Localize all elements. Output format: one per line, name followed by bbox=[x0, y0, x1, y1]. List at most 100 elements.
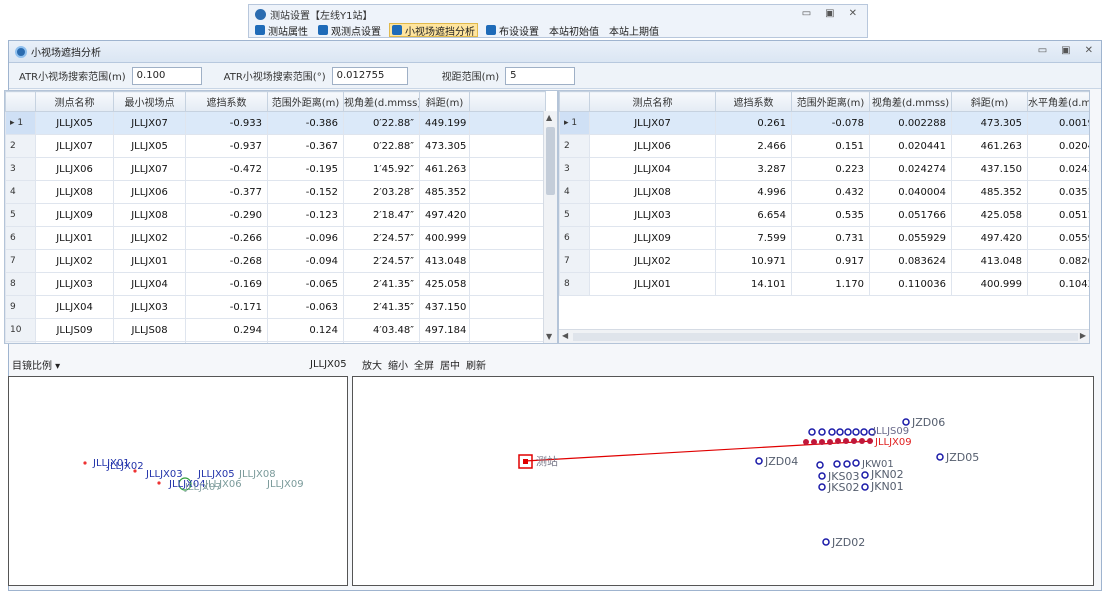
scroll-down-icon[interactable]: ▼ bbox=[546, 332, 552, 341]
table-cell[interactable]: 2.466 bbox=[715, 134, 792, 158]
table-cell[interactable]: JLLJX08 bbox=[35, 180, 114, 204]
table-cell[interactable]: 425.058 bbox=[951, 203, 1028, 227]
table-cell[interactable]: 0.124 bbox=[267, 318, 344, 342]
close-icon[interactable]: ✕ bbox=[849, 8, 857, 19]
scroll-left-icon[interactable]: ◀ bbox=[562, 331, 568, 340]
table-cell[interactable]: 2′24.57″ bbox=[343, 226, 420, 250]
table-cell[interactable]: -0.152 bbox=[267, 180, 344, 204]
table-cell[interactable]: 0.0243 bbox=[1027, 157, 1089, 181]
table-cell[interactable]: 0.0511 bbox=[1027, 203, 1089, 227]
table-cell[interactable]: -0.065 bbox=[267, 272, 344, 296]
table-row[interactable]: 9 JLLJX04 JLLJX03 -0.171 -0.063 2′41.35″ 437.1… bbox=[5, 295, 546, 319]
table-cell[interactable]: -0.266 bbox=[185, 226, 268, 250]
maximize-icon[interactable]: ▣ bbox=[825, 8, 834, 19]
table-cell[interactable]: 0.151 bbox=[791, 134, 870, 158]
table-cell[interactable]: JLLJX04 bbox=[113, 272, 186, 296]
table-row[interactable]: 3JLLJX043.2870.2230.024274437.1500.0243 bbox=[559, 157, 1089, 181]
table-cell[interactable]: 0.0559 bbox=[1027, 226, 1089, 250]
column-header[interactable]: 斜距(m) bbox=[951, 91, 1028, 112]
table-cell[interactable]: JLLJX03 bbox=[589, 203, 716, 227]
table-row[interactable]: 10 JLLJS09 JLLJS08 0.294 0.124 4′03.48″ 497.18… bbox=[5, 318, 546, 342]
table-cell[interactable]: 0.0019 bbox=[1027, 111, 1089, 135]
table-cell[interactable]: 0.024274 bbox=[869, 157, 952, 181]
column-header[interactable]: 测点名称 bbox=[35, 91, 114, 112]
column-header[interactable]: 斜距(m) bbox=[419, 91, 470, 112]
table-cell[interactable]: -0.386 bbox=[267, 111, 344, 135]
table-cell[interactable]: 4′03.48″ bbox=[343, 341, 420, 343]
table-cell[interactable]: 7.599 bbox=[715, 226, 792, 250]
table-cell[interactable]: 0.002288 bbox=[869, 111, 952, 135]
table-cell[interactable]: 425.058 bbox=[419, 272, 470, 296]
table-cell[interactable]: 473.305 bbox=[951, 111, 1028, 135]
table-cell[interactable]: 0.128 bbox=[267, 341, 344, 343]
table-row[interactable]: 5JLLJX036.6540.5350.051766425.0580.0511 bbox=[559, 203, 1089, 227]
table-cell[interactable]: -0.472 bbox=[185, 157, 268, 181]
table-cell[interactable]: 0.040004 bbox=[869, 180, 952, 204]
table-cell[interactable]: 2′18.47″ bbox=[343, 203, 420, 227]
table-cell[interactable]: 413.048 bbox=[419, 249, 470, 273]
column-header[interactable]: 范围外距离(m) bbox=[791, 91, 870, 112]
table-cell[interactable]: 400.999 bbox=[419, 226, 470, 250]
table-cell[interactable]: -0.094 bbox=[267, 249, 344, 273]
table-cell[interactable]: 0.0204 bbox=[1027, 134, 1089, 158]
table-cell[interactable]: 413.048 bbox=[951, 249, 1028, 273]
table-cell[interactable]: 0.917 bbox=[791, 249, 870, 273]
table-cell[interactable]: JLLJX01 bbox=[589, 272, 716, 296]
table-cell[interactable]: JLLJX05 bbox=[113, 134, 186, 158]
table-row[interactable]: 3 JLLJX06 JLLJX07 -0.472 -0.195 1′45.92″ 461.2… bbox=[5, 157, 546, 181]
table-cell[interactable]: 0′22.88″ bbox=[343, 134, 420, 158]
distance-input[interactable] bbox=[505, 66, 576, 85]
zoom-out-button[interactable]: 缩小 bbox=[388, 357, 408, 372]
table-cell[interactable]: JLLJX01 bbox=[35, 226, 114, 250]
horizontal-scrollbar[interactable]: ◀ ▶ bbox=[559, 329, 1089, 343]
table-cell[interactable]: JLLJX03 bbox=[35, 272, 114, 296]
table-cell[interactable]: 2′41.35″ bbox=[343, 272, 420, 296]
table-row[interactable]: 8JLLJX0114.1011.1700.110036400.9990.1043 bbox=[559, 272, 1089, 296]
table-cell[interactable]: -0.078 bbox=[791, 111, 870, 135]
table-cell[interactable]: JLLJX07 bbox=[113, 157, 186, 181]
table-cell[interactable]: -0.171 bbox=[185, 295, 268, 319]
table-cell[interactable]: JLLJX06 bbox=[589, 134, 716, 158]
table-cell[interactable]: 0.294 bbox=[185, 318, 268, 342]
table-cell[interactable]: JLLJX04 bbox=[35, 295, 114, 319]
table-row[interactable]: 4 JLLJX08 JLLJX06 -0.377 -0.152 2′03.28″ 485.3… bbox=[5, 180, 546, 204]
refresh-button[interactable]: 刷新 bbox=[466, 357, 486, 372]
table-cell[interactable]: 0.731 bbox=[791, 226, 870, 250]
table-cell[interactable]: -0.096 bbox=[267, 226, 344, 250]
table-cell[interactable]: 485.151 bbox=[419, 341, 470, 343]
tab-point-settings[interactable]: 观测点设置 bbox=[316, 23, 383, 37]
eyepiece-scale-dropdown[interactable]: 目镜比例 ▾ bbox=[12, 357, 60, 372]
table-cell[interactable]: 1′45.92″ bbox=[343, 157, 420, 181]
range-deg-input[interactable] bbox=[331, 66, 408, 85]
table-cell[interactable]: JLLJX03 bbox=[113, 295, 186, 319]
table-cell[interactable]: 4.996 bbox=[715, 180, 792, 204]
table-row[interactable]: 7JLLJX0210.9710.9170.083624413.0480.0820 bbox=[559, 249, 1089, 273]
column-header[interactable]: 最小视场点 bbox=[113, 91, 186, 112]
scroll-right-icon[interactable]: ▶ bbox=[1080, 331, 1086, 340]
table-cell[interactable]: -0.063 bbox=[267, 295, 344, 319]
table-cell[interactable]: JLLJX01 bbox=[113, 249, 186, 273]
full-extent-button[interactable]: 全屏 bbox=[414, 357, 434, 372]
table-cell[interactable]: -0.123 bbox=[267, 203, 344, 227]
table-cell[interactable]: JLLJX02 bbox=[589, 249, 716, 273]
column-header[interactable]: 水平角差(d.mmss) bbox=[1027, 91, 1089, 112]
table-row[interactable]: 2 JLLJX07 JLLJX05 -0.937 -0.367 0′22.88″ 473.3… bbox=[5, 134, 546, 158]
vertical-scrollbar[interactable]: ▲ ▼ bbox=[543, 111, 557, 343]
column-header[interactable]: 测点名称 bbox=[589, 91, 716, 112]
table-cell[interactable]: 497.184 bbox=[419, 318, 470, 342]
table-cell[interactable]: 0.020441 bbox=[869, 134, 952, 158]
table-cell[interactable]: 6.654 bbox=[715, 203, 792, 227]
table-cell[interactable]: 0.0820 bbox=[1027, 249, 1089, 273]
column-header[interactable]: 视角差(d.mmss) bbox=[343, 91, 420, 112]
zoom-in-button[interactable]: 放大 bbox=[362, 357, 382, 372]
tab-previous-values[interactable]: 本站上期值 bbox=[607, 23, 661, 38]
table-cell[interactable]: 461.263 bbox=[419, 157, 470, 181]
table-cell[interactable]: 437.150 bbox=[419, 295, 470, 319]
table-cell[interactable]: 14.101 bbox=[715, 272, 792, 296]
table-row[interactable]: 2JLLJX062.4660.1510.020441461.2630.0204 bbox=[559, 134, 1089, 158]
table-cell[interactable]: JLLJX09 bbox=[35, 203, 114, 227]
table-cell[interactable]: 497.420 bbox=[951, 226, 1028, 250]
table-cell[interactable]: 0.223 bbox=[791, 157, 870, 181]
table-cell[interactable]: JLLJX08 bbox=[113, 203, 186, 227]
table-cell[interactable]: 497.420 bbox=[419, 203, 470, 227]
